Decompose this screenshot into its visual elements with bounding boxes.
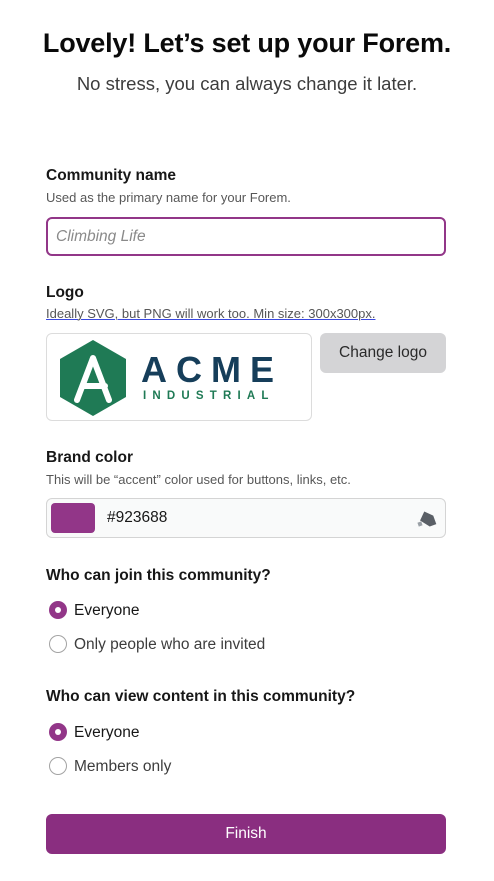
logo-brand-sub: INDUSTRIAL [143,390,275,402]
logo-label: Logo [46,284,84,301]
logo-preview: ACME INDUSTRIAL [46,333,312,421]
view-everyone-label[interactable]: Everyone [74,724,139,742]
community-name-input[interactable] [46,217,446,256]
eyedropper-icon[interactable] [415,508,437,530]
change-logo-button[interactable]: Change logo [320,333,446,373]
page-subtitle: No stress, you can always change it late… [76,73,418,94]
join-everyone-label[interactable]: Everyone [74,602,139,620]
acme-logo-image: ACME INDUSTRIAL [60,340,283,416]
join-everyone-radio[interactable] [49,601,67,619]
view-members-radio[interactable] [49,757,67,775]
finish-button[interactable]: Finish [46,814,446,854]
view-everyone-radio[interactable] [49,723,67,741]
view-members-label[interactable]: Members only [74,758,171,776]
brand-color-hint: This will be “accent” color used for but… [46,472,351,487]
community-name-label: Community name [46,167,177,184]
community-name-hint: Used as the primary name for your Forem. [46,190,291,205]
join-invited-label[interactable]: Only people who are invited [74,636,265,654]
view-question: Who can view content in this community? [46,688,356,705]
brand-color-field[interactable]: #923688 [46,498,446,538]
color-value[interactable]: #923688 [107,509,167,527]
join-question: Who can join this community? [46,567,271,584]
logo-brand-main: ACME [141,349,283,390]
logo-hexagon-icon [60,340,126,416]
brand-color-label: Brand color [46,449,133,466]
join-invited-radio[interactable] [49,635,67,653]
page-title: Lovely! Let’s set up your Forem. [42,28,452,58]
color-swatch[interactable] [51,503,95,533]
logo-hint: Ideally SVG, but PNG will work too. Min … [46,306,376,321]
